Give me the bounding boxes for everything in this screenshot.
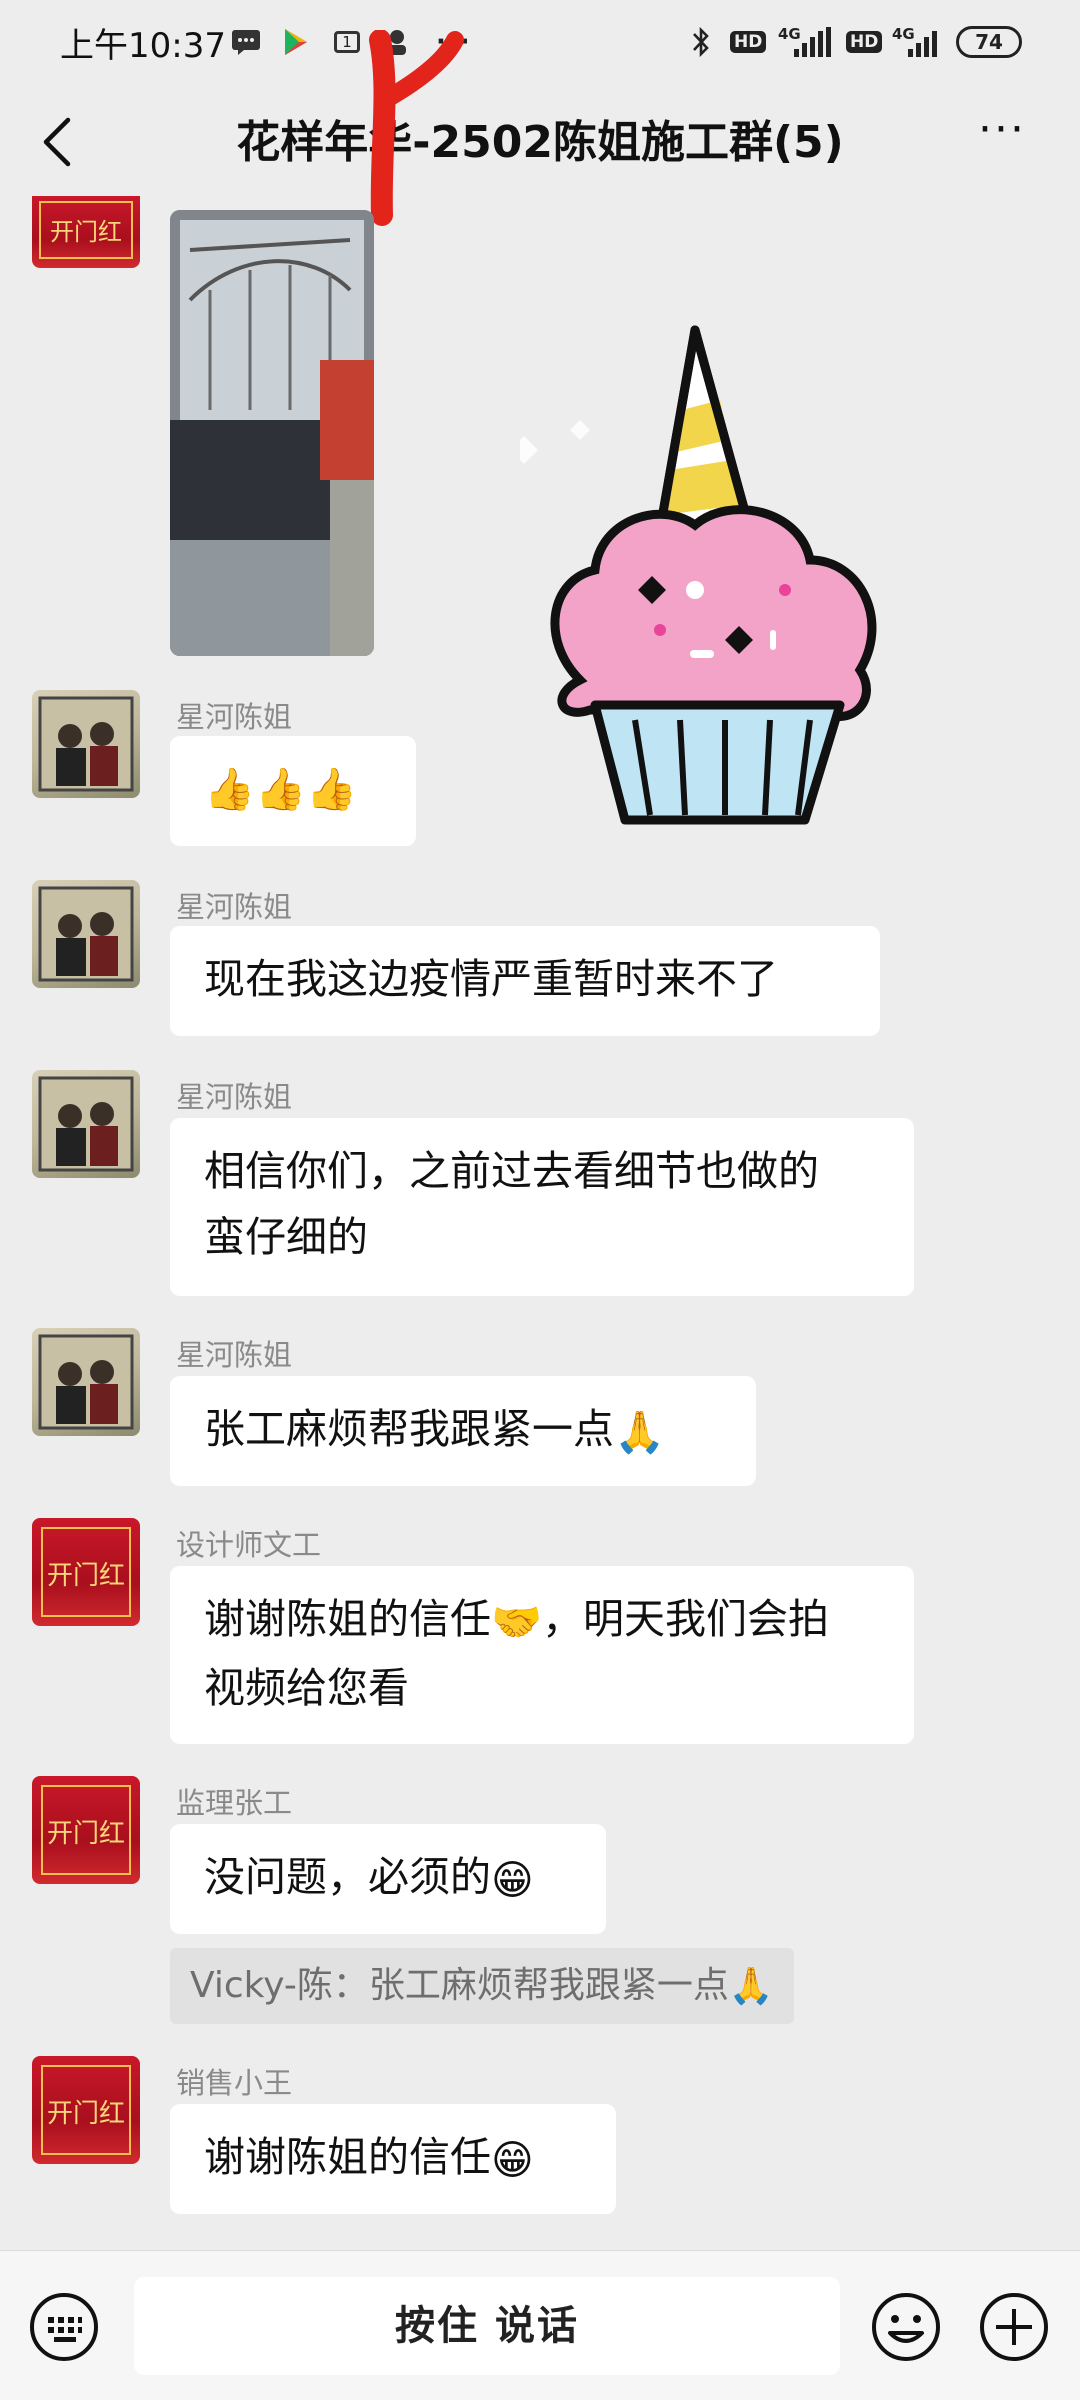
- avatar-red-text: 开门红: [47, 2099, 125, 2129]
- avatar-red-text: 开门红: [47, 1819, 125, 1849]
- message-bubble[interactable]: 相信你们，之前过去看细节也做的 蛮仔细的: [170, 1118, 914, 1296]
- message-text-line-1: 相信你们，之前过去看细节也做的: [204, 1147, 819, 1195]
- quoted-text: Vicky-陈：张工麻烦帮我跟紧一点: [190, 1965, 729, 2006]
- avatar[interactable]: 开门红: [32, 1518, 140, 1626]
- more-options-button[interactable]: ···: [972, 108, 1032, 160]
- message-text-line-1a: 谢谢陈姐的信任: [204, 1595, 491, 1643]
- battery-icon: 74: [956, 26, 1022, 58]
- message-text-line-2: 蛮仔细的: [204, 1213, 368, 1261]
- grin-emoji: 😁: [491, 2136, 534, 2184]
- status-time: 上午10:37: [60, 26, 226, 66]
- message-text-line-1b: ，明天我们会拍: [542, 1595, 830, 1643]
- status-bar: 上午10:37 1 ··· HD 4G HD 4G 74: [0, 0, 1080, 84]
- chat-header: 花样年华-2502陈姐施工群(5) ···: [0, 84, 1080, 204]
- message-bubble[interactable]: 现在我这边疫情严重暂时来不了: [170, 926, 880, 1036]
- cupcake-sticker[interactable]: [520, 300, 980, 860]
- message-text-line-2: 视频给您看: [204, 1664, 409, 1712]
- avatar[interactable]: 开门红: [32, 2056, 140, 2164]
- sender-name: 监理张工: [176, 1786, 293, 1820]
- input-bar: 按住 说话: [0, 2250, 1080, 2400]
- red-scribble-mark: [369, 30, 464, 226]
- avatar[interactable]: 开门红: [32, 196, 140, 268]
- hold-to-talk-button[interactable]: 按住 说话: [134, 2277, 840, 2375]
- keyboard-icon[interactable]: [28, 2291, 100, 2363]
- sender-name: 星河陈姐: [176, 1338, 293, 1372]
- message-bubble[interactable]: 没问题，必须的😁: [170, 1824, 606, 1934]
- calendar-icon: 1: [334, 26, 360, 58]
- avatar[interactable]: 开门红: [32, 1776, 140, 1884]
- handshake-emoji: 🤝: [491, 1598, 543, 1646]
- chat-screen: 上午10:37 1 ··· HD 4G HD 4G 74 花样年华-2502陈姐…: [0, 0, 1080, 2400]
- emoji-icon[interactable]: [870, 2291, 942, 2363]
- avatar[interactable]: [32, 1328, 140, 1436]
- pray-emoji: 🙏: [728, 1966, 774, 2007]
- chevron-left-icon: [43, 117, 71, 167]
- sender-name: 星河陈姐: [176, 700, 293, 734]
- signal-icon-1: [790, 26, 832, 58]
- pray-emoji: 🙏: [614, 1408, 666, 1456]
- video-message[interactable]: [170, 210, 374, 656]
- thumbs-up-emoji: 👍👍👍: [204, 765, 358, 813]
- signal-icon-2: [904, 26, 944, 58]
- sender-name: 星河陈姐: [176, 1080, 293, 1114]
- message-text: 谢谢陈姐的信任: [204, 2133, 491, 2181]
- avatar[interactable]: [32, 1070, 140, 1178]
- sender-name: 销售小王: [176, 2066, 293, 2100]
- play-store-icon: [282, 26, 310, 58]
- message-text: 没问题，必须的: [204, 1853, 491, 1901]
- bluetooth-icon: [690, 26, 712, 58]
- sender-name: 设计师文工: [176, 1528, 322, 1562]
- message-bubble[interactable]: 👍👍👍: [170, 736, 416, 846]
- message-text: 张工麻烦帮我跟紧一点: [204, 1405, 614, 1453]
- message-bubble[interactable]: 张工麻烦帮我跟紧一点🙏: [170, 1376, 756, 1486]
- quoted-message[interactable]: Vicky-陈：张工麻烦帮我跟紧一点🙏: [170, 1948, 794, 2024]
- plus-icon[interactable]: [978, 2291, 1050, 2363]
- message-text: 现在我这边疫情严重暂时来不了: [204, 955, 778, 1003]
- back-button[interactable]: [34, 112, 84, 172]
- hd-voice-icon-1: HD: [730, 26, 767, 58]
- hd-voice-icon-2: HD: [846, 26, 883, 58]
- grin-emoji: 😁: [491, 1856, 534, 1904]
- sender-name: 星河陈姐: [176, 890, 293, 924]
- message-bubble[interactable]: 谢谢陈姐的信任🤝，明天我们会拍 视频给您看: [170, 1566, 914, 1744]
- message-bubble[interactable]: 谢谢陈姐的信任😁: [170, 2104, 616, 2214]
- avatar-red-text: 开门红: [47, 1561, 125, 1591]
- avatar[interactable]: [32, 880, 140, 988]
- chat-title: 花样年华-2502陈姐施工群(5): [236, 117, 844, 168]
- avatar[interactable]: [32, 690, 140, 798]
- avatar-red-text: 开门红: [50, 218, 122, 246]
- message-icon: [230, 26, 262, 58]
